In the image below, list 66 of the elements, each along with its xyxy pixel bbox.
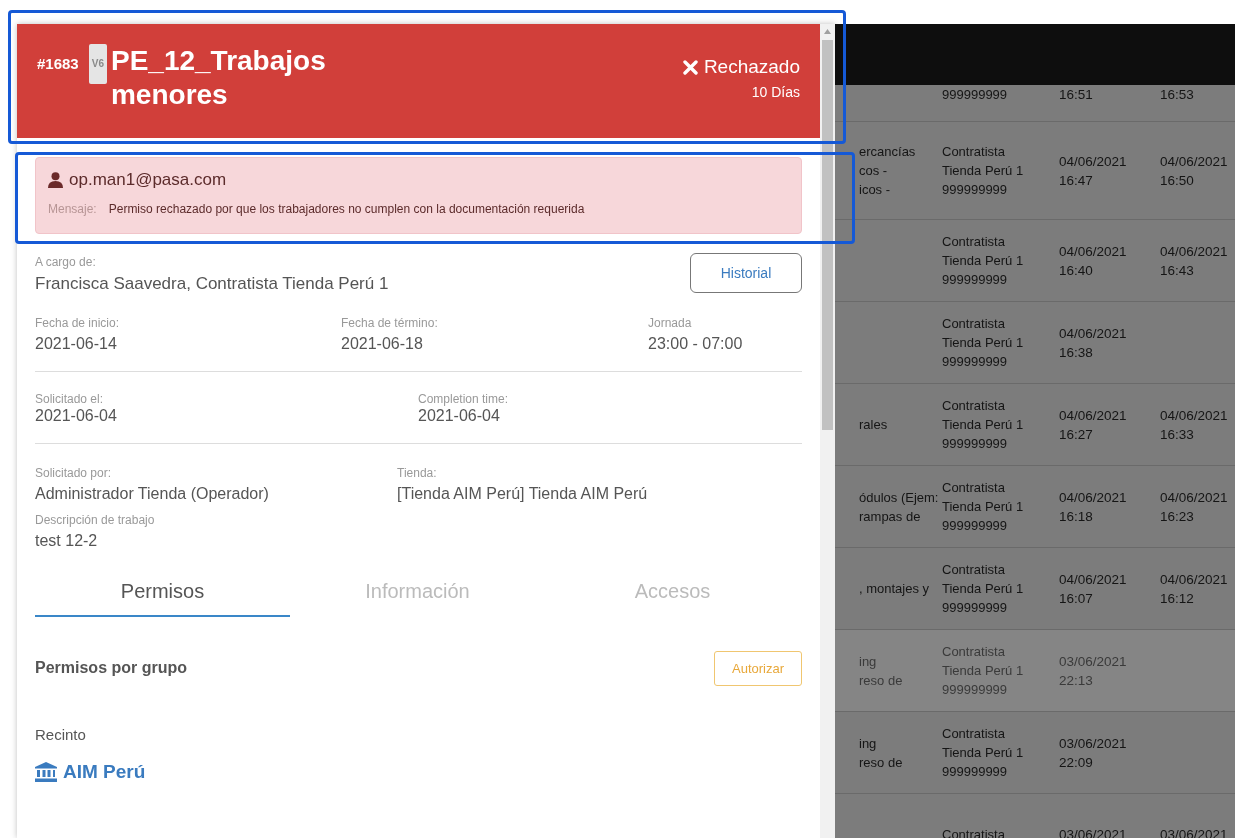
field-label: A cargo de: <box>35 255 97 269</box>
bank-icon <box>35 762 57 782</box>
table-cell-text: ing reso de <box>858 652 904 690</box>
table-cell-text: 04/06/2021 16:07 <box>1059 570 1128 608</box>
arrow-up-icon[interactable] <box>824 29 831 34</box>
permit-title: PE_12_Trabajos menores <box>110 44 327 112</box>
table-cell-text: 04/06/2021 16:33 <box>1160 406 1229 444</box>
field-label: Solicitado por: <box>35 466 113 480</box>
table-cell-text: 03/06/2021 22:13 <box>1059 652 1128 690</box>
table-cell-text: ing reso de <box>858 734 904 772</box>
user-email: op.man1@pasa.com <box>69 170 227 190</box>
section-title: Permisos por grupo <box>35 659 188 677</box>
scrollbar[interactable] <box>820 24 835 838</box>
field-value: 2021-06-04 <box>418 407 501 425</box>
field-value: Francisca Saavedra, Contratista Tienda Perú 1 <box>35 274 389 294</box>
table-cell-text: 04/06/2021 16:27 <box>1059 406 1128 444</box>
table-cell-text: Contratista Tienda Perú 1 999999999 <box>942 479 1025 535</box>
field-value: 2021-06-18 <box>341 335 424 353</box>
field-label: Completion time: <box>418 392 510 406</box>
message-text: Permiso rechazado por que los trabajadores no cumplen con la documentación requerida <box>108 202 585 216</box>
table-cell-text: ercancías cos - icos - <box>858 143 917 199</box>
table-cell-text: ódulos (Ejem: rampas de <box>858 488 940 526</box>
table-cell-text: 04/06/2021 16:50 <box>1160 152 1229 190</box>
status-label: Rechazado <box>682 56 800 78</box>
table-cell-text: Contratista Tienda Perú 1 999999999 <box>942 643 1025 699</box>
table-cell-text: 999999999 <box>942 86 1009 104</box>
history-button[interactable]: Historial <box>690 253 802 293</box>
message-label: Mensaje: <box>48 202 97 216</box>
table-cell-text: Contratista Tienda Perú 1 999999999 <box>942 233 1025 289</box>
version-badge: V6 <box>88 44 107 84</box>
table-cell-text: rales <box>858 416 889 434</box>
table-cell-text: Contratista Tienda Perú 1 999999999 <box>942 725 1025 781</box>
permit-number: #1683 <box>37 55 79 72</box>
table-cell-text: 04/06/2021 16:23 <box>1160 488 1229 526</box>
close-icon <box>682 59 698 75</box>
field-label: Jornada <box>648 316 693 330</box>
group-label: Recinto <box>35 726 87 743</box>
field-value: [Tienda AIM Perú] Tienda AIM Perú <box>397 485 649 503</box>
table-cell-text: 03/06/2021 22:09 <box>1059 734 1128 772</box>
group-name[interactable]: AIM Perú <box>63 761 146 783</box>
table-cell-text: 04/06/2021 16:12 <box>1160 570 1229 608</box>
field-value: 23:00 - 07:00 <box>648 335 744 353</box>
table-cell-text: 04/06/2021 16:38 <box>1059 324 1128 362</box>
field-value: 2021-06-04 <box>35 407 118 425</box>
table-cell-text: Contratista Tienda Perú 1 999999999 <box>942 315 1025 371</box>
duration-text: 10 Días <box>751 84 800 100</box>
field-value: test 12-2 <box>35 532 99 550</box>
field-value: 2021-06-14 <box>35 335 118 353</box>
field-label: Fecha de inicio: <box>35 316 121 330</box>
field-value: Administrador Tienda (Operador) <box>35 485 270 503</box>
table-cell-text: , montajes y <box>858 580 931 598</box>
field-label: Solicitado el: <box>35 392 105 406</box>
table-cell-text: 16:51 <box>1059 86 1094 104</box>
table-cell-text: Contratista Tienda Perú 1 999999999 <box>942 143 1025 199</box>
table-cell-text: 04/06/2021 16:18 <box>1059 488 1128 526</box>
table-cell-text: Contratista Tienda Perú 1 999999999 <box>942 397 1025 453</box>
table-cell-text: 16:53 <box>1160 86 1195 104</box>
table-cell-text: 04/06/2021 16:40 <box>1059 242 1128 280</box>
field-label: Fecha de término: <box>341 316 439 330</box>
table-cell-text: Contratista Tienda Perú 1 999999999 <box>942 561 1025 617</box>
field-label: Tienda: <box>397 466 438 480</box>
table-cell-text: 04/06/2021 16:43 <box>1160 242 1229 280</box>
table-cell-text: 04/06/2021 16:47 <box>1059 152 1128 190</box>
user-icon <box>48 172 63 188</box>
tab[interactable]: Permisos <box>35 580 290 617</box>
field-label: Descripción de trabajo <box>35 513 156 527</box>
